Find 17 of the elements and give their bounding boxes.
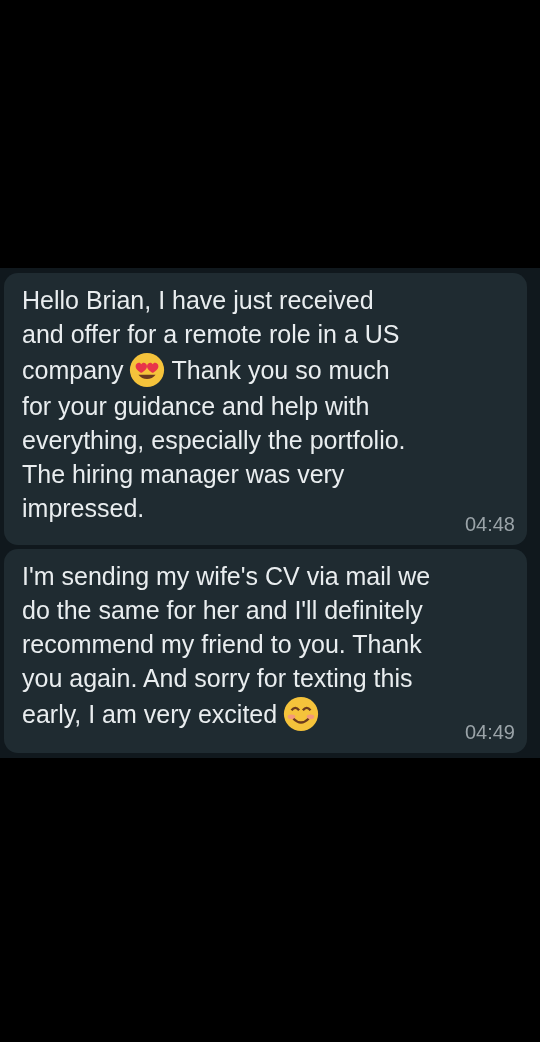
message-text: The hiring manager was very (22, 459, 345, 490)
message-text: company (22, 355, 124, 386)
message-text: for your guidance and help with (22, 391, 370, 422)
message-text: early, I am very excited (22, 699, 278, 730)
message-text: everything, especially the portfolio. (22, 425, 406, 456)
message-text: impressed. (22, 493, 145, 524)
smiling-emoji-icon (282, 695, 321, 733)
message-text: do the same for her and I'll definitely (22, 595, 423, 626)
message-text: you again. And sorry for texting this (22, 663, 413, 694)
message-text: and offer for a remote role in a US (22, 319, 400, 350)
message-text: I'm sending my wife's CV via mail we (22, 561, 431, 592)
message-time: 04:49 (464, 720, 515, 745)
message-text: Hello Brian, I have just received (22, 285, 374, 316)
message-time: 04:48 (464, 512, 515, 537)
message-text: recommend my friend to you. Thank (22, 629, 422, 660)
message-text: Thank you so much (171, 355, 390, 386)
heart-eyes-emoji-icon (128, 351, 167, 389)
